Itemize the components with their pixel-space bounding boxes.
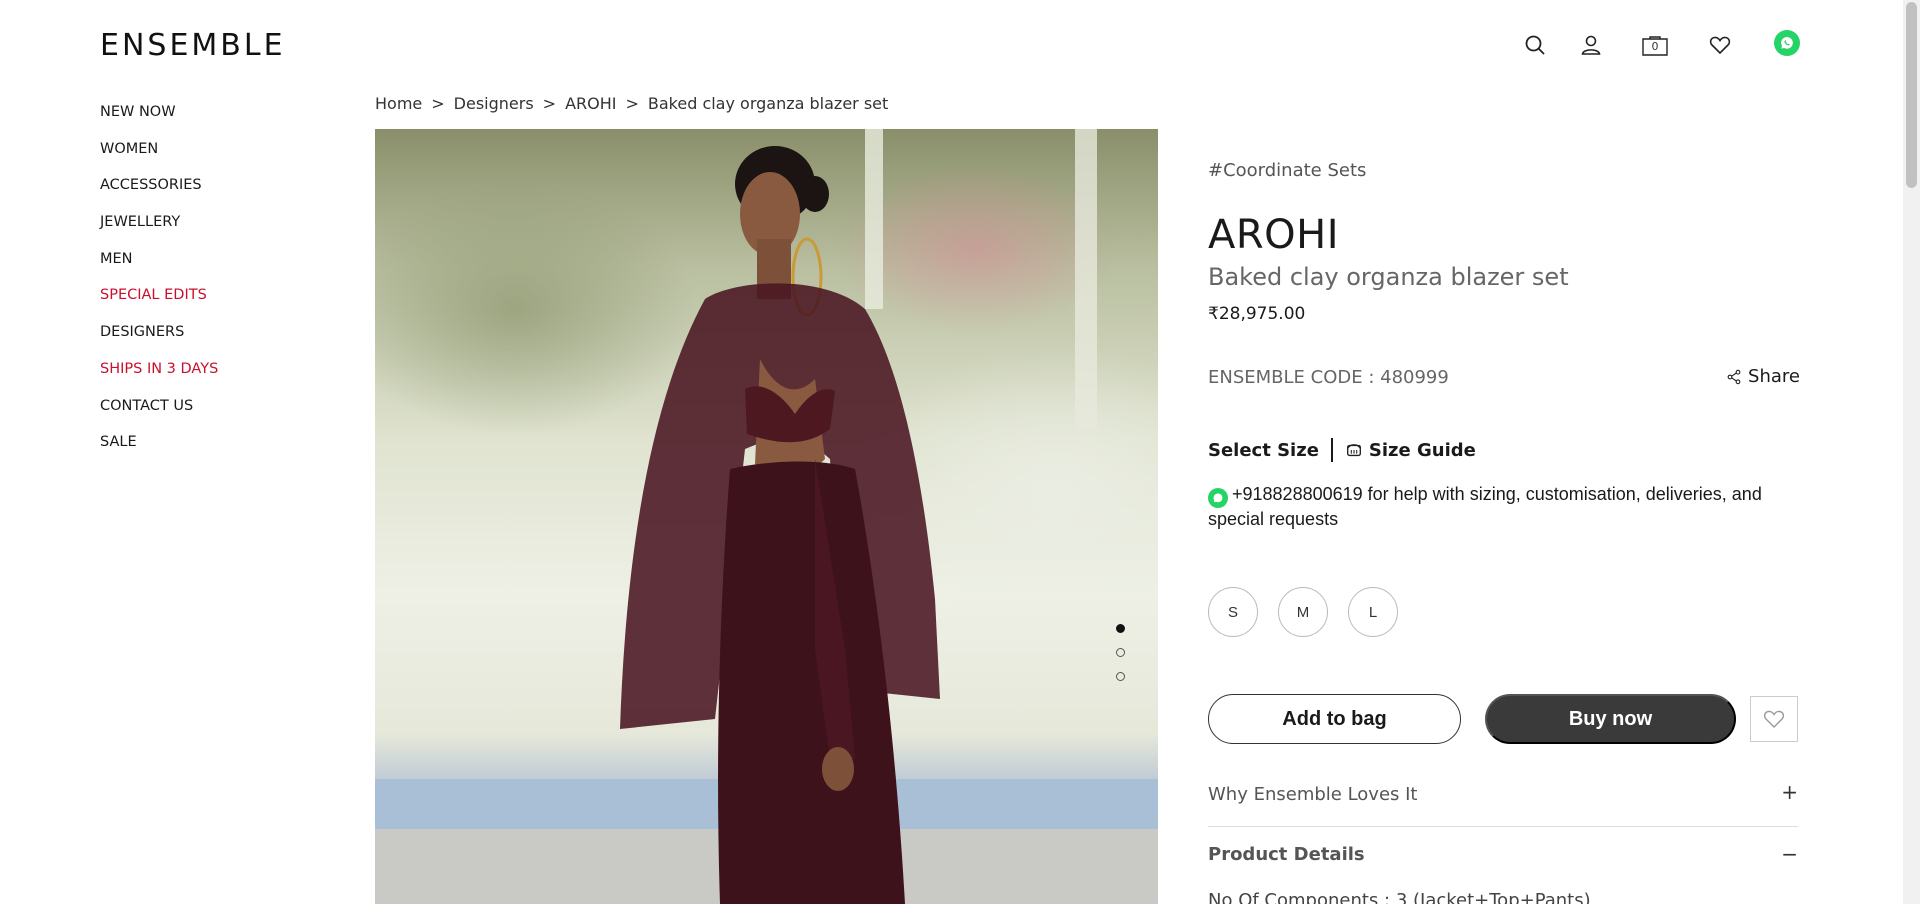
whatsapp-icon[interactable] [1208,488,1228,508]
share-button[interactable]: Share [1726,366,1800,387]
nav-item-jewellery[interactable]: JEWELLERY [100,213,300,250]
page-scrollbar[interactable] [1903,0,1920,904]
accordion-title: Why Ensemble Loves It [1208,784,1418,805]
purchase-actions: Add to bag Buy now [1208,694,1800,744]
nav-item-new-now[interactable]: NEW NOW [100,103,300,140]
whatsapp-help: +918828800619 for help with sizing, cust… [1208,483,1798,530]
collapse-icon[interactable]: − [1781,842,1798,866]
breadcrumb-designers[interactable]: Designers [454,94,534,113]
nav-item-ships-in-3-days[interactable]: SHIPS IN 3 DAYS [100,360,300,397]
breadcrumb: Home > Designers > AROHI > Baked clay organza … [375,94,888,113]
category-nav: NEW NOW WOMEN ACCESSORIES JEWELLERY MEN … [100,103,300,470]
product-image[interactable] [375,129,1158,904]
breadcrumb-home[interactable]: Home [375,94,422,113]
size-header: Select Size Size Guide [1208,438,1476,462]
size-option-s[interactable]: S [1208,587,1258,637]
product-title: Baked clay organza blazer set [1208,263,1569,291]
accordion-why-ensemble[interactable]: Why Ensemble Loves It + [1208,770,1798,827]
wishlist-button[interactable] [1750,696,1798,742]
share-label: Share [1748,366,1800,387]
nav-item-men[interactable]: MEN [100,250,300,287]
size-guide-icon [1346,444,1361,457]
image-dot-1[interactable] [1116,624,1125,633]
model-figure [375,129,1158,904]
product-price: ₹28,975.00 [1208,304,1306,324]
scrollbar-thumb[interactable] [1906,2,1917,188]
heart-icon [1763,710,1785,728]
breadcrumb-separator: > [431,94,445,113]
size-options: S M L [1208,587,1398,637]
nav-item-designers[interactable]: DESIGNERS [100,323,300,360]
expand-icon[interactable]: + [1781,780,1798,804]
breadcrumb-current: Baked clay organza blazer set [647,94,889,113]
image-carousel-dots [1116,624,1128,696]
image-dot-3[interactable] [1116,672,1125,681]
size-guide-link[interactable]: Size Guide [1345,440,1476,461]
product-components: No Of Components : 3 (Jacket+Top+Pants) [1208,890,1591,904]
buy-now-button[interactable]: Buy now [1485,694,1736,744]
accordion-title: Product Details [1208,844,1365,865]
share-icon [1727,369,1741,384]
add-to-bag-button[interactable]: Add to bag [1208,694,1461,744]
select-size-label: Select Size [1208,439,1319,461]
size-header-divider [1330,438,1333,462]
size-guide-label: Size Guide [1368,439,1476,461]
size-option-l[interactable]: L [1348,587,1398,637]
breadcrumb-separator: > [625,94,639,113]
nav-item-sale[interactable]: SALE [100,433,300,470]
nav-item-contact-us[interactable]: CONTACT US [100,397,300,434]
site-logo[interactable]: ENSEMBLE [100,28,286,63]
nav-item-accessories[interactable]: ACCESSORIES [100,176,300,213]
product-code: ENSEMBLE CODE : 480999 [1208,367,1449,388]
product-info: #Coordinate Sets AROHI Baked clay organz… [1208,0,1800,904]
whatsapp-help-text[interactable]: +918828800619 for help with sizing, cust… [1208,484,1762,529]
breadcrumb-separator: > [542,94,557,113]
size-option-m[interactable]: M [1278,587,1328,637]
accordion-product-details[interactable]: Product Details − [1208,832,1798,882]
image-dot-2[interactable] [1116,648,1125,657]
breadcrumb-brand[interactable]: AROHI [565,94,616,113]
product-brand[interactable]: AROHI [1208,212,1339,258]
product-category-tag[interactable]: #Coordinate Sets [1208,160,1366,181]
nav-item-women[interactable]: WOMEN [100,140,300,177]
nav-item-special-edits[interactable]: SPECIAL EDITS [100,286,300,323]
